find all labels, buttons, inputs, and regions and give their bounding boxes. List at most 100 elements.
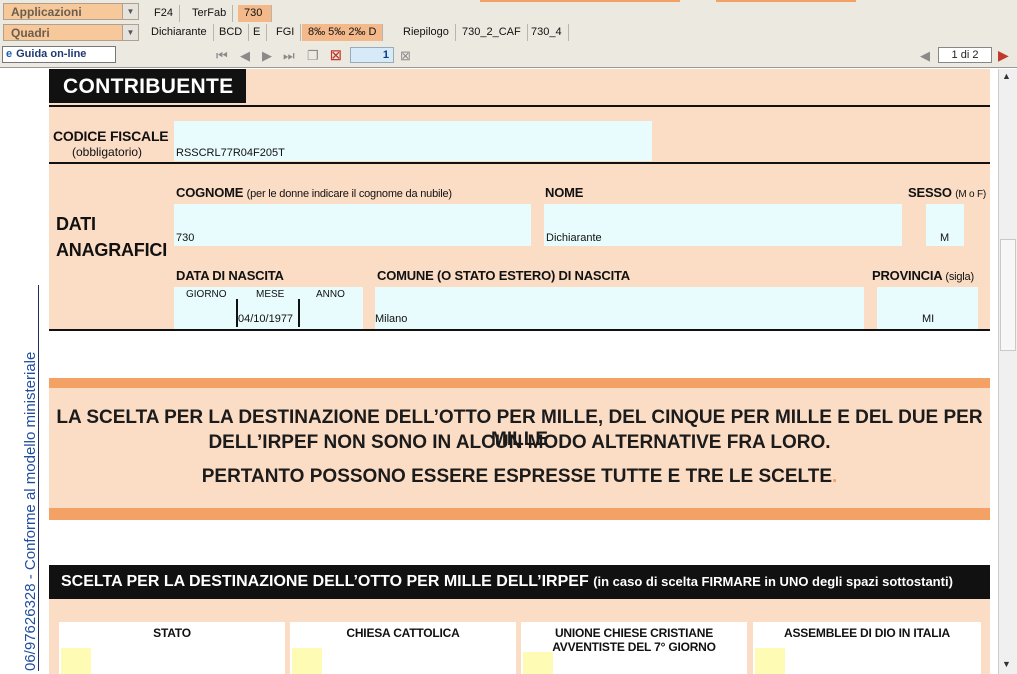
- notice-line-2: DELL’IRPEF NON SONO IN ALCUN MODO ALTERN…: [208, 432, 831, 453]
- orange-accent: [716, 0, 856, 2]
- signature-field[interactable]: [523, 652, 553, 674]
- chevron-down-icon[interactable]: ▼: [122, 25, 138, 40]
- data-nascita-field[interactable]: GIORNO MESE ANNO 04/10/1977: [174, 287, 363, 329]
- signature-field[interactable]: [755, 648, 785, 674]
- otto-per-mille-note: (in caso di scelta FIRMARE in UNO degli …: [593, 574, 953, 589]
- first-page-icon[interactable]: ⏮: [216, 49, 228, 63]
- orange-accent: [480, 0, 680, 2]
- option-assemblee-di-dio[interactable]: ASSEMBLEE DI DIO IN ITALIA: [753, 622, 981, 674]
- option-chiese-avventiste-label: UNIONE CHIESE CRISTIANE AVVENTISTE DEL 7…: [552, 626, 716, 654]
- data-nascita-label: DATA DI NASCITA: [176, 268, 284, 283]
- goto-page-icon[interactable]: ⊠: [400, 49, 411, 63]
- scroll-down-icon[interactable]: ▼: [1002, 659, 1011, 669]
- guida-online-label: Guida on-line: [16, 48, 87, 60]
- option-stato[interactable]: STATO: [59, 622, 285, 674]
- provincia-value: MI: [922, 313, 935, 325]
- contribuente-title: CONTRIBUENTE: [63, 75, 234, 98]
- sesso-field[interactable]: M: [926, 204, 964, 246]
- vertical-side-text: 06/97626328 - Conforme al modello minist…: [22, 351, 39, 671]
- codice-fiscale-field[interactable]: RSSCRL77R04F205T: [174, 121, 652, 161]
- chevron-down-icon[interactable]: ▼: [122, 4, 138, 19]
- notice-line-3-end: .: [832, 466, 838, 487]
- applicazioni-label: Applicazioni: [11, 5, 82, 19]
- sesso-value: M: [940, 232, 950, 244]
- giorno-label: GIORNO: [186, 289, 227, 300]
- new-page-icon[interactable]: ❐: [307, 49, 319, 63]
- codice-fiscale-label: CODICE FISCALE: [53, 128, 169, 144]
- scroll-up-icon[interactable]: ▲: [1002, 71, 1011, 81]
- anagrafici-label: ANAGRAFICI: [56, 240, 167, 260]
- notice-bottom-band: [49, 508, 990, 520]
- scrollbar-thumb[interactable]: [1000, 239, 1016, 351]
- comune-label: COMUNE (O STATO ESTERO) DI NASCITA: [377, 268, 630, 283]
- tab-f24[interactable]: F24: [148, 5, 180, 22]
- option-chiesa-cattolica[interactable]: CHIESA CATTOLICA: [290, 622, 516, 674]
- comune-field[interactable]: Milano: [375, 287, 864, 329]
- prev-page-icon[interactable]: ◀: [240, 49, 250, 63]
- quadri-combo[interactable]: Quadri ▼: [3, 24, 139, 41]
- cognome-field[interactable]: 730: [174, 204, 531, 246]
- codice-fiscale-value: RSSCRL77R04F205T: [176, 147, 285, 159]
- tab-bcd[interactable]: BCD: [213, 24, 250, 41]
- divider: [49, 162, 990, 164]
- prev-section-icon[interactable]: ◀: [920, 49, 930, 63]
- guida-online-button[interactable]: e Guida on-line: [2, 46, 116, 63]
- codice-fiscale-sublabel: (obbligatorio): [72, 145, 143, 159]
- dati-anagrafici-label: DATI ANAGRAFICI: [56, 211, 167, 263]
- tab-riepilogo[interactable]: Riepilogo: [397, 24, 456, 41]
- nome-field[interactable]: Dichiarante: [544, 204, 902, 246]
- sesso-label-text: SESSO: [908, 185, 952, 200]
- option-stato-label: STATO: [153, 626, 191, 640]
- quadri-label: Quadri: [11, 26, 50, 40]
- nome-label: NOME: [545, 185, 584, 200]
- next-page-icon[interactable]: ▶: [262, 49, 272, 63]
- help-icon: e: [6, 48, 13, 60]
- notice-top-band: [49, 378, 990, 388]
- tab-fgi[interactable]: FGI: [270, 24, 302, 41]
- dati-label: DATI: [56, 214, 96, 234]
- cognome-label-text: COGNOME: [176, 185, 244, 200]
- delete-page-icon[interactable]: ☒: [330, 49, 342, 63]
- vertical-scrollbar[interactable]: ▲ ▼: [998, 69, 1017, 674]
- signature-field[interactable]: [292, 648, 322, 674]
- provincia-label: PROVINCIA (sigla): [872, 268, 974, 283]
- cognome-value: 730: [176, 232, 195, 244]
- tab-e[interactable]: E: [247, 24, 268, 41]
- otto-per-mille-title-text: SCELTA PER LA DESTINAZIONE DELL’OTTO PER…: [61, 573, 589, 590]
- navigation-bar: e Guida on-line ⏮ ◀ ▶ ⏭ ❐ ☒ 1 ⊠ ◀ 1 di 2 …: [0, 44, 1017, 68]
- divider: [49, 105, 990, 107]
- option-chiesa-cattolica-label: CHIESA CATTOLICA: [346, 626, 460, 640]
- option-assemblee-di-dio-label: ASSEMBLEE DI DIO IN ITALIA: [784, 626, 950, 640]
- tab-8-5-2-d[interactable]: 8‰ 5‰ 2‰ D: [302, 24, 384, 41]
- tab-730-2-caf[interactable]: 730_2_CAF: [456, 24, 528, 41]
- sesso-note: (M o F): [955, 189, 987, 200]
- comune-value: Milano: [375, 313, 408, 325]
- sesso-label: SESSO (M o F): [908, 185, 986, 200]
- provincia-note: (sigla): [945, 271, 974, 283]
- page-number-field[interactable]: 1: [350, 47, 394, 63]
- anno-label: ANNO: [316, 289, 345, 300]
- data-nascita-value: 04/10/1977: [238, 313, 294, 325]
- tab-dichiarante[interactable]: Dichiarante: [145, 24, 214, 41]
- quadri-toolbar: Quadri ▼ Dichiarante BCD E FGI 8‰ 5‰ 2‰ …: [0, 22, 1017, 45]
- provincia-label-text: PROVINCIA: [872, 268, 942, 283]
- form-sheet: CONTRIBUENTE CODICE FISCALE (obbligatori…: [49, 69, 990, 674]
- otto-per-mille-title: SCELTA PER LA DESTINAZIONE DELL’OTTO PER…: [61, 573, 953, 591]
- nome-value: Dichiarante: [546, 232, 602, 244]
- last-page-icon[interactable]: ⏭: [283, 49, 295, 63]
- provincia-field[interactable]: MI: [877, 287, 978, 329]
- cognome-label: COGNOME (per le donne indicare il cognom…: [176, 185, 452, 200]
- applicazioni-combo[interactable]: Applicazioni ▼: [3, 3, 139, 20]
- divider: [49, 329, 990, 331]
- tab-730-4[interactable]: 730_4: [525, 24, 569, 41]
- date-separator: [298, 299, 300, 327]
- mese-label: MESE: [256, 289, 285, 300]
- cognome-note: (per le donne indicare il cognome da nub…: [246, 188, 452, 200]
- next-section-icon[interactable]: ▶: [998, 48, 1009, 62]
- signature-field[interactable]: [61, 648, 91, 674]
- app-toolbar: Applicazioni ▼ F24 TerFab 730: [0, 0, 1017, 23]
- tab-terfab[interactable]: TerFab: [186, 5, 234, 22]
- tab-730[interactable]: 730: [238, 5, 272, 22]
- option-chiese-avventiste[interactable]: UNIONE CHIESE CRISTIANE AVVENTISTE DEL 7…: [521, 622, 747, 674]
- otto-per-mille-header: SCELTA PER LA DESTINAZIONE DELL’OTTO PER…: [49, 565, 990, 599]
